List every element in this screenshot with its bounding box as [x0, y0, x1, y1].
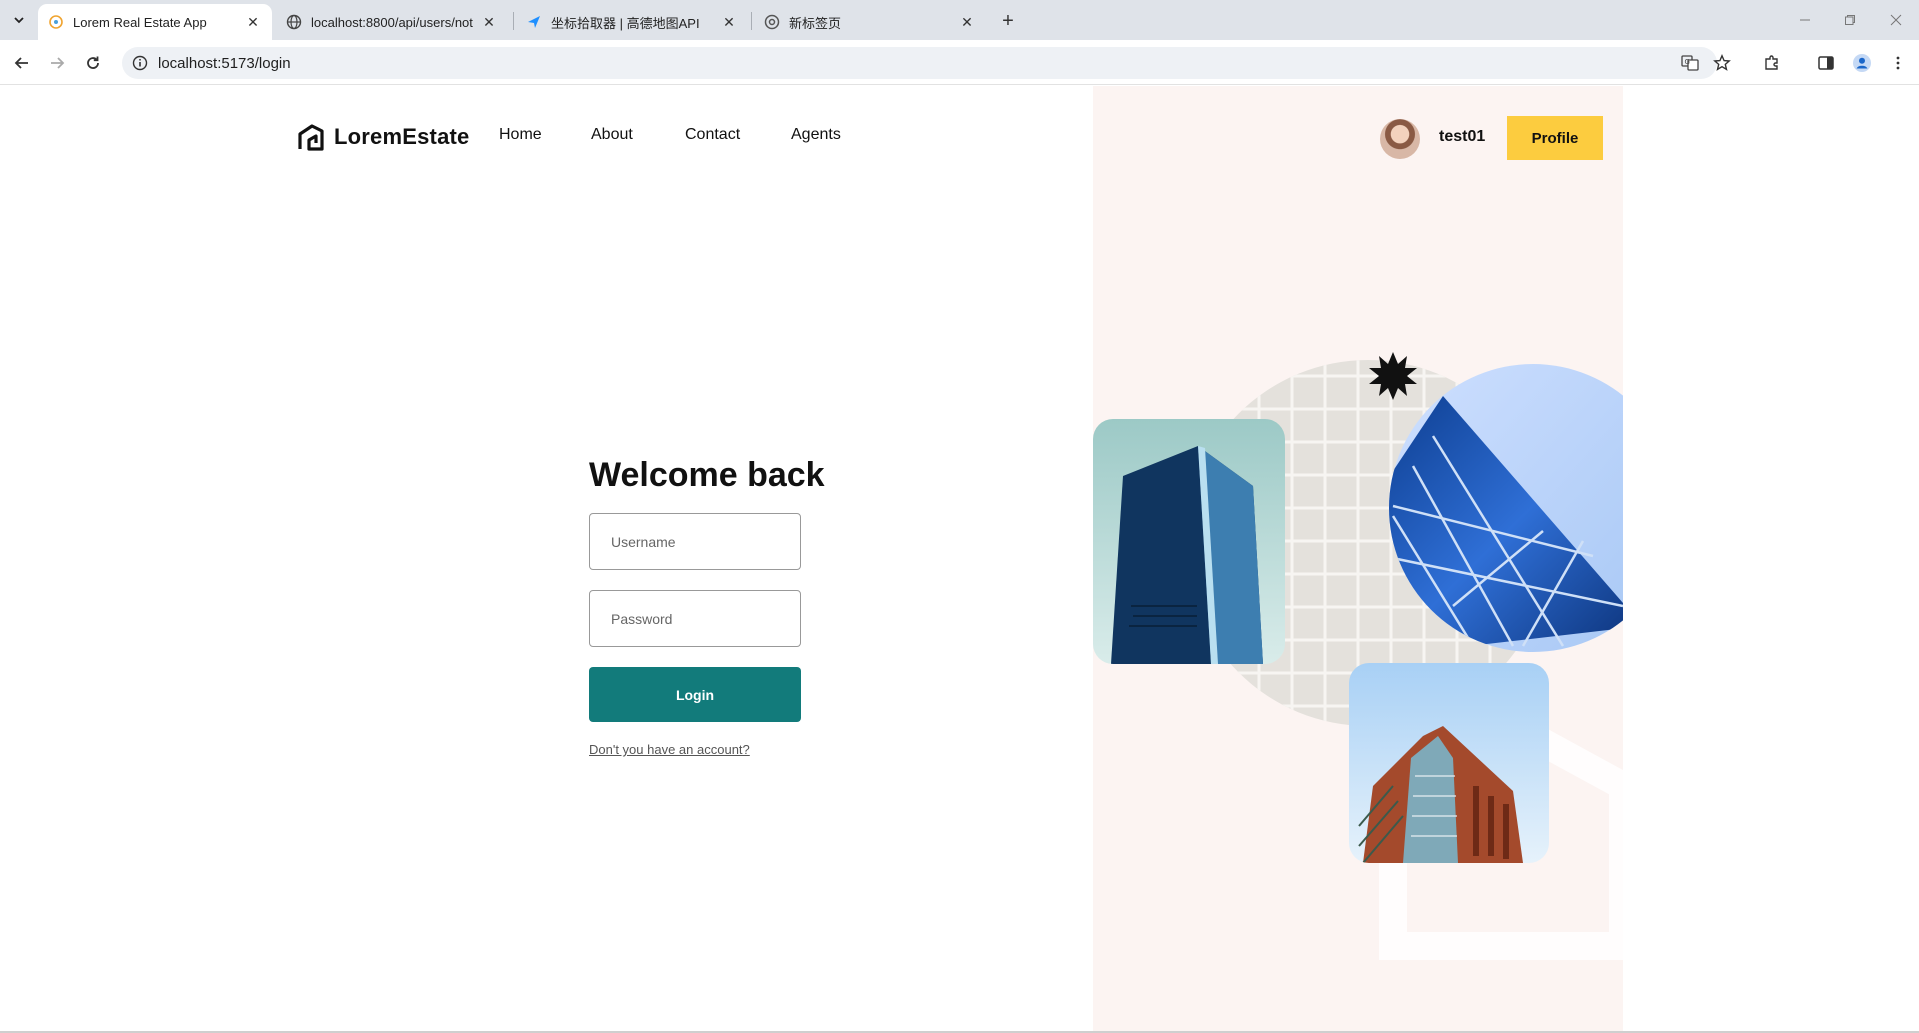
password-input[interactable] [589, 590, 801, 647]
tab-title: localhost:8800/api/users/not [311, 14, 473, 30]
restore-icon [1845, 15, 1855, 25]
amap-icon [526, 14, 542, 30]
tab-title: 新标签页 [789, 15, 842, 31]
side-panel-button[interactable] [1811, 48, 1841, 78]
nav-home[interactable]: Home [499, 126, 542, 144]
more-vertical-icon [1896, 56, 1900, 70]
forward-button[interactable] [42, 48, 72, 78]
nav-agents[interactable]: Agents [791, 126, 841, 144]
translate-button[interactable]: G [1675, 48, 1705, 78]
username: test01 [1439, 128, 1486, 145]
restore-button[interactable] [1830, 6, 1870, 34]
tower-photo-left [1093, 419, 1285, 664]
profile-button[interactable]: Profile [1507, 116, 1603, 160]
close-tab-icon[interactable]: ✕ [480, 13, 498, 31]
close-tab-icon[interactable]: ✕ [958, 13, 976, 31]
minimize-button[interactable] [1785, 6, 1825, 34]
tab-lorem-real-estate[interactable]: Lorem Real Estate App ✕ [38, 4, 272, 40]
arrow-left-icon [14, 57, 28, 69]
page-title: Welcome back [589, 456, 825, 494]
reload-icon [87, 56, 99, 69]
react-favicon-icon [48, 14, 64, 30]
hero-collage [1093, 352, 1623, 960]
chevron-down-icon [14, 17, 24, 24]
profile-menu-button[interactable] [1847, 48, 1877, 78]
avatar [1380, 119, 1420, 159]
login-form: Welcome back Login Don't you have an acc… [589, 456, 825, 759]
brand-logo[interactable]: LoremEstate [296, 122, 469, 152]
close-icon [1890, 14, 1902, 26]
svg-text:G: G [1685, 58, 1690, 66]
tab-title: 坐标拾取器 | 高德地图API [551, 15, 700, 31]
extensions-button[interactable] [1757, 48, 1787, 78]
nav-about[interactable]: About [591, 126, 633, 144]
browser-menu-button[interactable] [1883, 48, 1913, 78]
house-logo-icon [298, 124, 324, 151]
star-icon [1713, 54, 1731, 71]
minimize-icon [1800, 19, 1810, 21]
hero-panel [1093, 86, 1623, 1033]
browser-tab-bar: Lorem Real Estate App ✕ localhost:8800/a… [0, 0, 1919, 40]
account-icon [1853, 54, 1871, 72]
tab-amap[interactable]: 坐标拾取器 | 高德地图API ✕ [516, 4, 748, 40]
site-info-icon[interactable] [132, 55, 148, 71]
register-link[interactable]: Don't you have an account? [589, 742, 750, 757]
puzzle-icon [1765, 55, 1778, 70]
translate-icon: G [1681, 55, 1699, 71]
nav-contact[interactable]: Contact [685, 126, 740, 144]
close-tab-icon[interactable]: ✕ [244, 13, 262, 31]
brick-building-photo [1349, 663, 1549, 863]
tab-search-button[interactable] [6, 8, 32, 32]
close-tab-icon[interactable]: ✕ [720, 13, 738, 31]
page-content: LoremEstate Home About Contact Agents te… [0, 86, 1919, 1033]
tab-api-users[interactable]: localhost:8800/api/users/not ✕ [276, 4, 508, 40]
arrow-right-icon [51, 57, 65, 69]
tab-separator [513, 12, 514, 30]
globe-icon [286, 14, 302, 30]
chrome-icon [764, 14, 780, 30]
back-button[interactable] [7, 48, 37, 78]
bookmark-button[interactable] [1707, 48, 1737, 78]
browser-toolbar: localhost:5173/login G [0, 40, 1919, 85]
tab-separator [751, 12, 752, 30]
reload-button[interactable] [78, 48, 108, 78]
plus-icon: + [1002, 9, 1014, 32]
login-button[interactable]: Login [589, 667, 801, 722]
tab-title: Lorem Real Estate App [73, 14, 207, 30]
username-input[interactable] [589, 513, 801, 570]
close-window-button[interactable] [1876, 6, 1916, 34]
side-panel-icon [1818, 56, 1834, 70]
new-tab-button[interactable]: + [995, 8, 1021, 34]
brand-name: LoremEstate [334, 124, 470, 149]
tab-new-tab[interactable]: 新标签页 ✕ [754, 4, 986, 40]
url-text: localhost:5173/login [158, 54, 291, 72]
address-bar[interactable]: localhost:5173/login [122, 47, 1717, 79]
